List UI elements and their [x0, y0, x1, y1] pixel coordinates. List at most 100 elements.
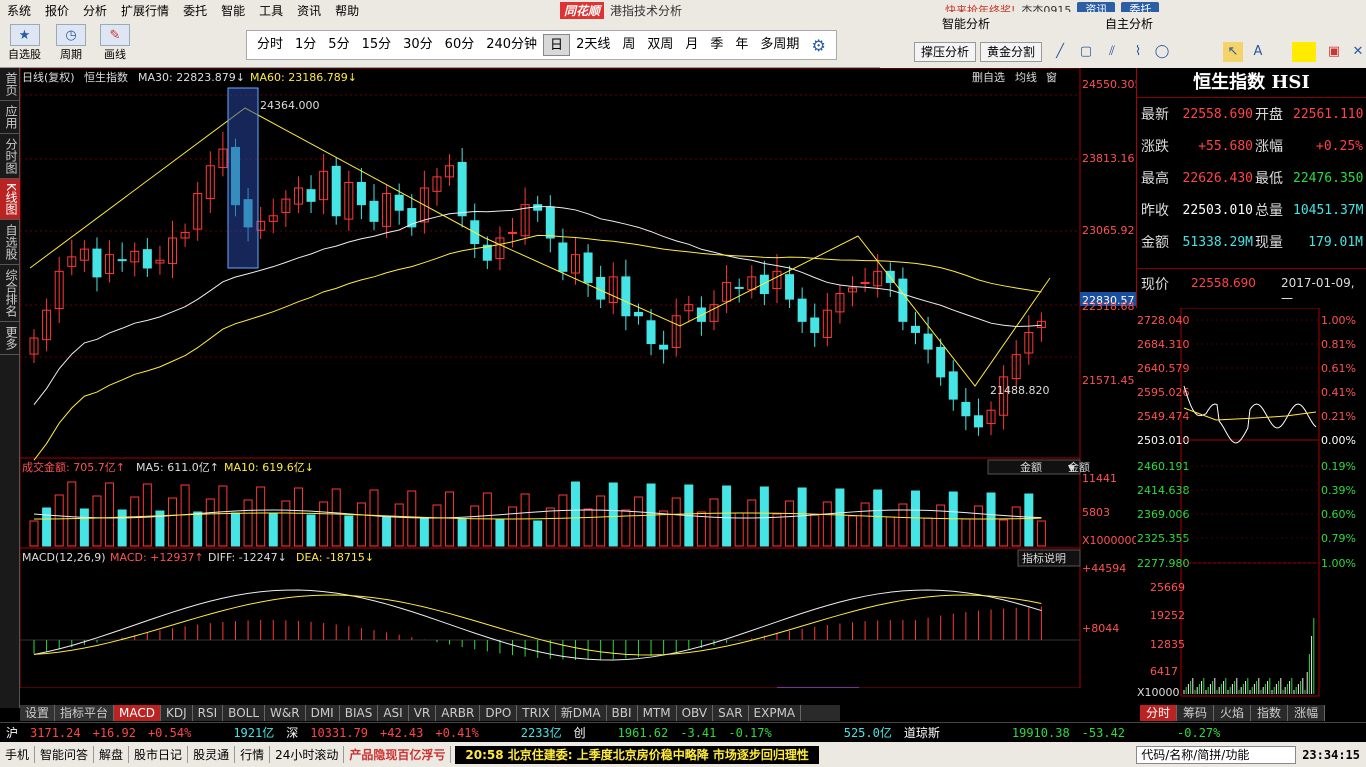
- side-chart-tab-2[interactable]: 火焰: [1214, 705, 1252, 721]
- dj-label[interactable]: 道琼斯: [898, 724, 946, 741]
- news-ticker[interactable]: 20:58 北京住建委: 上季度北京房价稳中略降 市场逐步回归理性: [455, 745, 819, 764]
- candle: [394, 194, 404, 211]
- menu-analysis[interactable]: 分析: [76, 2, 114, 19]
- self-select-tool[interactable]: ★ 自选股: [8, 24, 41, 62]
- indicator-tab-18[interactable]: SAR: [713, 705, 749, 721]
- indicator-tab-7[interactable]: DMI: [306, 705, 340, 721]
- period-5[interactable]: 60分: [439, 34, 481, 56]
- smart-analysis-title[interactable]: 智能分析: [942, 15, 990, 32]
- indicator-tab-19[interactable]: EXPMA: [749, 705, 802, 721]
- rect-tool-icon[interactable]: ▢: [1076, 42, 1096, 62]
- indicator-tab-17[interactable]: OBV: [677, 705, 714, 721]
- period-13[interactable]: 年: [729, 34, 754, 56]
- period-4[interactable]: 30分: [397, 34, 439, 56]
- side-chart-tab-4[interactable]: 涨幅: [1288, 705, 1326, 721]
- parallel-tool-icon[interactable]: ⫽: [1102, 42, 1122, 62]
- period-1[interactable]: 1分: [289, 34, 322, 56]
- period-6[interactable]: 240分钟: [480, 34, 543, 56]
- indicator-tab-8[interactable]: BIAS: [340, 705, 379, 721]
- volume-title: 成交金额: 705.7亿↑: [22, 460, 125, 474]
- window-button[interactable]: 窗: [1046, 70, 1057, 84]
- status-24h[interactable]: 24小时滚动: [270, 746, 345, 763]
- indicator-tab-11[interactable]: ARBR: [436, 705, 481, 721]
- menu-trade[interactable]: 委托: [176, 2, 214, 19]
- status-qa[interactable]: 智能问答: [35, 746, 95, 763]
- support-resistance-button[interactable]: 撑压分析: [914, 42, 977, 62]
- indicator-tab-4[interactable]: RSI: [193, 705, 224, 721]
- side-tab-2[interactable]: 分时图: [0, 134, 20, 179]
- menu-smart[interactable]: 智能: [214, 2, 252, 19]
- polyline-tool-icon[interactable]: ⌇: [1128, 42, 1148, 62]
- status-stockwise[interactable]: 股灵通: [188, 746, 236, 763]
- menu-tools[interactable]: 工具: [252, 2, 290, 19]
- sh-label[interactable]: 沪: [0, 724, 24, 741]
- period-2[interactable]: 5分: [322, 34, 355, 56]
- draw-tool[interactable]: ✎ 画线: [100, 24, 130, 62]
- side-tab-5[interactable]: 综合排名: [0, 265, 20, 322]
- indicator-tab-13[interactable]: TRIX: [517, 705, 556, 721]
- side-tab-6[interactable]: 更多: [0, 322, 20, 355]
- indicator-tab-3[interactable]: KDJ: [161, 705, 193, 721]
- period-8[interactable]: 2天线: [570, 34, 616, 56]
- status-analysis[interactable]: 解盘: [94, 746, 130, 763]
- period-12[interactable]: 季: [704, 34, 729, 56]
- delete-tool-icon[interactable]: ✕: [1348, 42, 1366, 62]
- side-tab-3[interactable]: K线图: [0, 179, 20, 220]
- ma-toggle-button[interactable]: 均线: [1015, 70, 1037, 84]
- period-10[interactable]: 双周: [641, 34, 679, 56]
- side-chart-tab-3[interactable]: 指数: [1251, 705, 1289, 721]
- period-3[interactable]: 15分: [356, 34, 398, 56]
- indicator-tab-0[interactable]: 设置: [20, 705, 56, 721]
- stamp-tool-icon[interactable]: ▣: [1324, 42, 1344, 62]
- text-tool-icon[interactable]: A: [1248, 42, 1268, 62]
- indicator-tab-2[interactable]: MACD: [114, 705, 162, 721]
- side-tab-1[interactable]: 应用: [0, 101, 20, 134]
- indicator-tab-14[interactable]: 新DMA: [556, 705, 607, 721]
- period-0[interactable]: 分时: [251, 34, 289, 56]
- indicator-tab-5[interactable]: BOLL: [223, 705, 266, 721]
- period-tool[interactable]: ◷ 周期: [56, 24, 86, 62]
- menu-system[interactable]: 系统: [0, 2, 38, 19]
- side-tab-0[interactable]: 首页: [0, 68, 20, 101]
- color-picker-icon[interactable]: [1292, 42, 1316, 62]
- period-7[interactable]: 日: [543, 34, 571, 56]
- period-14[interactable]: 多周期: [754, 34, 805, 56]
- status-mobile[interactable]: 手机: [0, 746, 36, 763]
- indicator-tab-10[interactable]: VR: [409, 705, 437, 721]
- hot-topic-link[interactable]: 产品隐现百亿浮亏: [344, 746, 452, 763]
- volume-bar: [205, 498, 215, 547]
- ellipse-tool-icon[interactable]: ◯: [1152, 42, 1172, 62]
- side-chart-tab-1[interactable]: 筹码: [1177, 705, 1215, 721]
- indicator-tab-12[interactable]: DPO: [480, 705, 518, 721]
- self-analysis-title[interactable]: 自主分析: [1105, 15, 1153, 32]
- golden-section-button[interactable]: 黄金分割: [980, 42, 1043, 62]
- side-chart-tab-0[interactable]: 分时: [1140, 705, 1178, 721]
- indicator-tab-16[interactable]: MTM: [638, 705, 677, 721]
- intraday-chart[interactable]: 2728.040 1.00%2684.310 0.81%2640.579 0.61%2…: [1136, 308, 1366, 703]
- candle: [621, 276, 631, 317]
- indicator-tab-1[interactable]: 指标平台: [55, 705, 115, 721]
- cy-label[interactable]: 创: [568, 724, 592, 741]
- indicator-tab-9[interactable]: ASI: [378, 705, 409, 721]
- delete-self-select-button[interactable]: 删自选: [972, 71, 1005, 84]
- menu-quote[interactable]: 报价: [38, 2, 76, 19]
- menu-extended[interactable]: 扩展行情: [114, 2, 176, 19]
- prev-label: 昨收: [1141, 203, 1169, 219]
- period-11[interactable]: 月: [679, 34, 704, 56]
- sz-label[interactable]: 深: [280, 724, 304, 741]
- side-tab-4[interactable]: 自选股: [0, 220, 20, 265]
- volume-bar: [117, 509, 127, 547]
- settings-gear-icon[interactable]: ⚙: [805, 36, 831, 55]
- menu-help[interactable]: 帮助: [328, 2, 366, 19]
- indicator-tab-6[interactable]: W&R: [265, 705, 306, 721]
- search-input[interactable]: 代码/名称/简拼/功能: [1136, 745, 1297, 764]
- indicator-tab-15[interactable]: BBI: [607, 705, 638, 721]
- pointer-icon[interactable]: ↖: [1223, 42, 1243, 62]
- kline-chart[interactable]: 日线(复权) 恒生指数 MA30: 22823.879↓ MA60: 23186.78…: [20, 68, 1136, 688]
- status-diary[interactable]: 股市日记: [129, 746, 189, 763]
- period-9[interactable]: 周: [616, 34, 641, 56]
- menu-news[interactable]: 资讯: [290, 2, 328, 19]
- line-tool-icon[interactable]: ╱: [1050, 42, 1070, 62]
- status-market[interactable]: 行情: [235, 746, 271, 763]
- indicator-help-button[interactable]: 指标说明: [1022, 551, 1066, 565]
